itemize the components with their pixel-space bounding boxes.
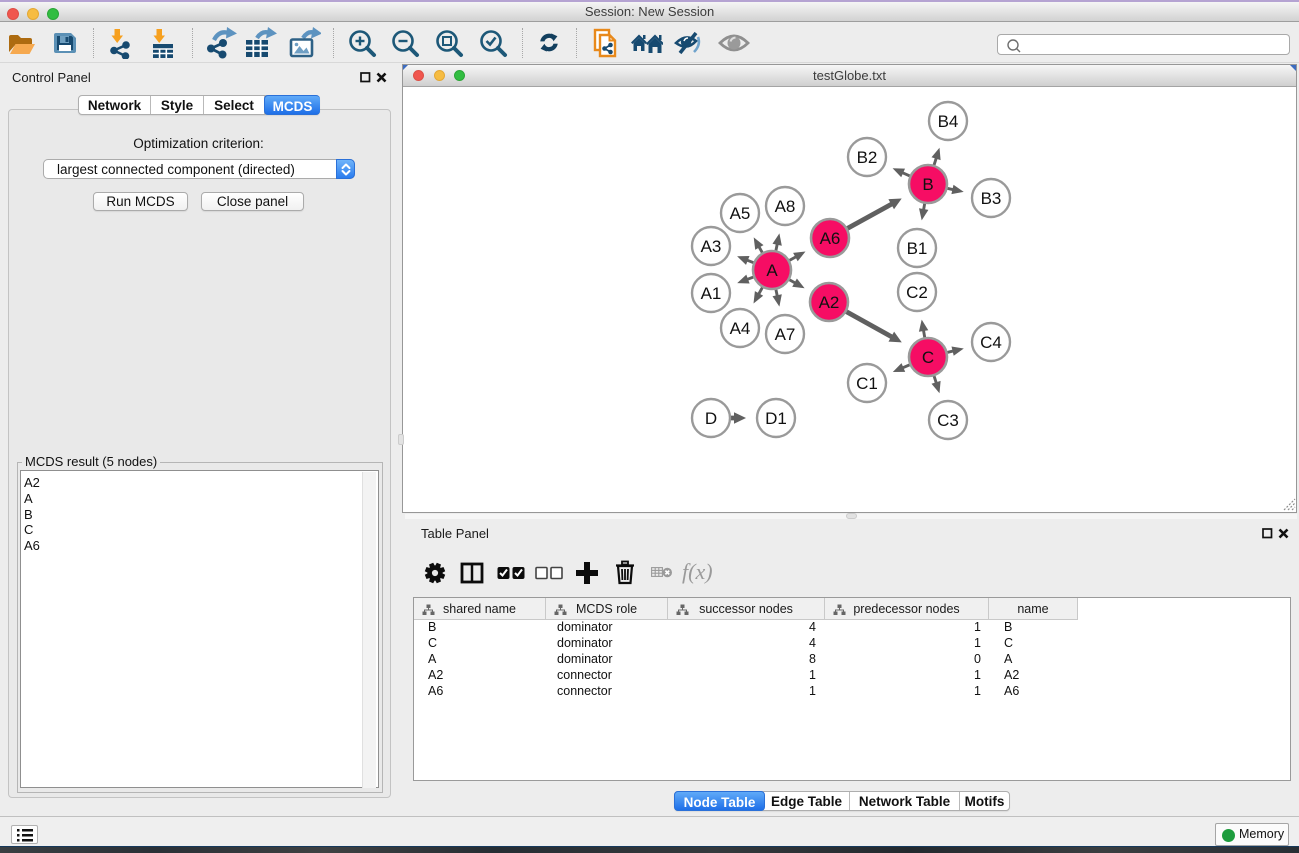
svg-text:B3: B3 [981, 189, 1002, 208]
svg-text:D: D [705, 409, 717, 428]
svg-text:C: C [922, 348, 934, 367]
svg-text:A5: A5 [730, 204, 751, 223]
svg-text:B1: B1 [907, 239, 928, 258]
svg-text:C1: C1 [856, 374, 878, 393]
svg-text:A4: A4 [730, 319, 751, 338]
svg-text:A1: A1 [701, 284, 722, 303]
svg-text:A: A [766, 261, 778, 280]
svg-text:C3: C3 [937, 411, 959, 430]
svg-text:A6: A6 [820, 229, 841, 248]
svg-text:B: B [922, 175, 933, 194]
svg-text:B2: B2 [857, 148, 878, 167]
svg-text:A3: A3 [701, 237, 722, 256]
svg-text:A8: A8 [775, 197, 796, 216]
svg-text:C2: C2 [906, 283, 928, 302]
svg-text:D1: D1 [765, 409, 787, 428]
svg-text:f(x): f(x) [682, 560, 713, 584]
svg-text:A2: A2 [819, 293, 840, 312]
svg-text:B4: B4 [938, 112, 959, 131]
svg-text:C4: C4 [980, 333, 1002, 352]
svg-text:A7: A7 [775, 325, 796, 344]
